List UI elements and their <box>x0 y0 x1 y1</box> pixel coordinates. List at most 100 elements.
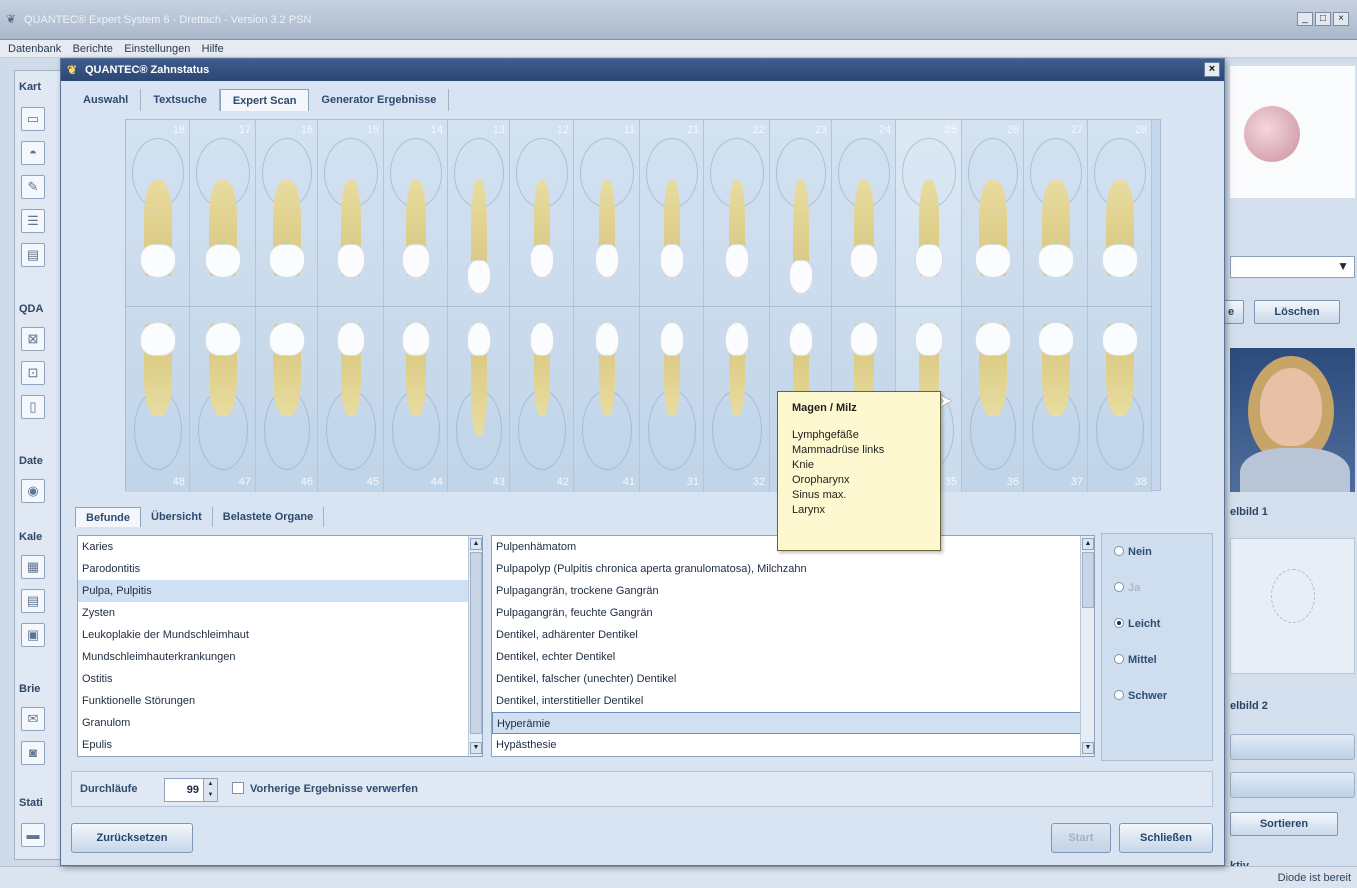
card-icon[interactable]: ▭ <box>21 107 45 131</box>
tab-expert-scan[interactable]: Expert Scan <box>219 89 310 111</box>
list-item[interactable]: Pulpa, Pulpitis <box>78 580 482 602</box>
list-icon[interactable]: ☰ <box>21 209 45 233</box>
upper-tooth[interactable] <box>269 180 305 278</box>
tab-auswahl[interactable]: Auswahl <box>71 89 142 111</box>
lower-tooth[interactable] <box>660 322 684 416</box>
menu-einstellungen[interactable]: Einstellungen <box>124 40 190 58</box>
menu-datenbank[interactable]: Datenbank <box>8 40 61 58</box>
menu-berichte[interactable]: Berichte <box>73 40 113 58</box>
sort-button[interactable]: Sortieren <box>1230 812 1338 836</box>
scroll-up-icon[interactable]: ▲ <box>470 538 482 550</box>
card-list-icon[interactable]: ▤ <box>21 243 45 267</box>
tab-belastete-organe[interactable]: Belastete Organe <box>213 507 325 527</box>
list-item[interactable]: Dentikel, adhärenter Dentikel <box>492 624 1094 646</box>
detail-scrollbar[interactable]: ▲ ▼ <box>1080 536 1094 756</box>
lower-tooth[interactable] <box>337 322 365 416</box>
upper-tooth[interactable] <box>1038 180 1074 278</box>
image2-button-1[interactable] <box>1230 734 1355 760</box>
durchlaeufe-stepper[interactable]: 99 ▲ ▼ <box>164 778 218 802</box>
list-item[interactable]: Mundschleimhauterkrankungen <box>78 646 482 668</box>
upper-tooth[interactable] <box>850 180 878 278</box>
befunde-list[interactable]: Karies Parodontitis Pulpa, Pulpitis Zysten L… <box>77 535 483 757</box>
upper-tooth[interactable] <box>725 180 749 278</box>
upper-tooth[interactable] <box>530 180 554 278</box>
upper-tooth[interactable] <box>660 180 684 278</box>
section-qda[interactable]: QDA <box>19 303 43 315</box>
scroll-thumb[interactable] <box>1082 552 1094 608</box>
section-kartei[interactable]: Kart <box>19 81 41 93</box>
person-icon[interactable]: ◓ <box>21 141 45 165</box>
list-item[interactable]: Granulom <box>78 712 482 734</box>
section-kalender[interactable]: Kale <box>19 531 42 543</box>
database-icon[interactable]: ◉ <box>21 479 45 503</box>
radio-nein[interactable]: Nein <box>1114 546 1152 558</box>
tooth-column[interactable]: 27 37 <box>1024 120 1088 492</box>
radio-leicht[interactable]: Leicht <box>1114 618 1160 630</box>
maximize-icon[interactable]: □ <box>1315 12 1331 26</box>
scroll-down-icon[interactable]: ▼ <box>470 742 482 754</box>
lower-tooth[interactable] <box>595 322 619 416</box>
list-item[interactable]: Pulpagangrän, trockene Gangrän <box>492 580 1094 602</box>
lower-tooth[interactable] <box>530 322 554 416</box>
upper-tooth[interactable] <box>402 180 430 278</box>
lower-tooth[interactable] <box>205 322 241 416</box>
list-item[interactable]: Ostitis <box>78 668 482 690</box>
tooth-column[interactable]: 15 45 <box>318 120 384 492</box>
lower-tooth[interactable] <box>725 322 749 416</box>
discard-results-checkbox[interactable]: Vorherige Ergebnisse verwerfen <box>232 782 418 795</box>
tab-uebersicht[interactable]: Übersicht <box>141 507 213 527</box>
befund-detail-list[interactable]: Pulpenhämatom Pulpapolyp (Pulpitis chroni… <box>491 535 1095 757</box>
list-item[interactable]: Hyperämie <box>492 712 1094 734</box>
upper-tooth[interactable] <box>1102 180 1138 278</box>
list-item[interactable]: Dentikel, falscher (unechter) Dentikel <box>492 668 1094 690</box>
lower-tooth[interactable] <box>1038 322 1074 416</box>
statistics-icon[interactable]: ▬ <box>21 823 45 847</box>
section-statistik[interactable]: Stati <box>19 797 43 809</box>
tooth-column[interactable]: 14 44 <box>384 120 448 492</box>
calendar-icon[interactable]: ▦ <box>21 555 45 579</box>
lower-tooth[interactable] <box>467 322 491 436</box>
befunde-scrollbar[interactable]: ▲ ▼ <box>468 536 482 756</box>
tooth-column[interactable]: 16 46 <box>256 120 318 492</box>
upper-tooth[interactable] <box>595 180 619 278</box>
list-item[interactable]: Funktionelle Störungen <box>78 690 482 712</box>
image1-thumbnail[interactable] <box>1230 538 1355 674</box>
tooth-column[interactable]: 12 42 <box>510 120 574 492</box>
list-item[interactable]: Karies <box>78 536 482 558</box>
list-item[interactable]: Epulis <box>78 734 482 756</box>
tooth-column[interactable]: 26 36 <box>962 120 1024 492</box>
list-item[interactable]: Pulpagangrän, feuchte Gangrän <box>492 602 1094 624</box>
lower-tooth[interactable] <box>402 322 430 416</box>
close-icon[interactable]: × <box>1204 62 1220 77</box>
upper-tooth[interactable] <box>975 180 1011 278</box>
scroll-thumb[interactable] <box>470 552 482 734</box>
reset-button[interactable]: Zurücksetzen <box>71 823 193 853</box>
close-button[interactable]: Schließen <box>1119 823 1213 853</box>
list-item[interactable]: Dentikel, echter Dentikel <box>492 646 1094 668</box>
scroll-down-icon[interactable]: ▼ <box>1082 742 1094 754</box>
lower-tooth[interactable] <box>140 322 176 416</box>
stamp-icon[interactable]: ◙ <box>21 741 45 765</box>
tab-generator-ergebnisse[interactable]: Generator Ergebnisse <box>309 89 450 111</box>
tooth-column[interactable]: 18 48 <box>126 120 190 492</box>
letter-icon[interactable]: ✉ <box>21 707 45 731</box>
list-item[interactable]: Pulpapolyp (Pulpitis chronica aperta gra… <box>492 558 1094 580</box>
tab-textsuche[interactable]: Textsuche <box>141 89 220 111</box>
document-icon[interactable]: ▯ <box>21 395 45 419</box>
close-icon[interactable]: × <box>1333 12 1349 26</box>
radio-mittel[interactable]: Mittel <box>1114 654 1157 666</box>
upper-tooth[interactable] <box>337 180 365 278</box>
clipboard-icon[interactable]: ▣ <box>21 623 45 647</box>
upper-tooth[interactable] <box>205 180 241 278</box>
upper-tooth[interactable] <box>789 180 813 294</box>
tooth-column[interactable]: 13 43 <box>448 120 510 492</box>
list-item[interactable]: Leukoplakie der Mundschleimhaut <box>78 624 482 646</box>
scroll-up-icon[interactable]: ▲ <box>1082 538 1094 550</box>
stepper-arrows-icon[interactable]: ▲ ▼ <box>203 779 217 801</box>
scan-icon[interactable]: ⊠ <box>21 327 45 351</box>
upper-tooth[interactable] <box>140 180 176 278</box>
lower-tooth[interactable] <box>269 322 305 416</box>
tooth-column[interactable]: 22 32 <box>704 120 770 492</box>
tooth-column[interactable]: 28 38 <box>1088 120 1152 492</box>
delete-button[interactable]: Löschen <box>1254 300 1340 324</box>
